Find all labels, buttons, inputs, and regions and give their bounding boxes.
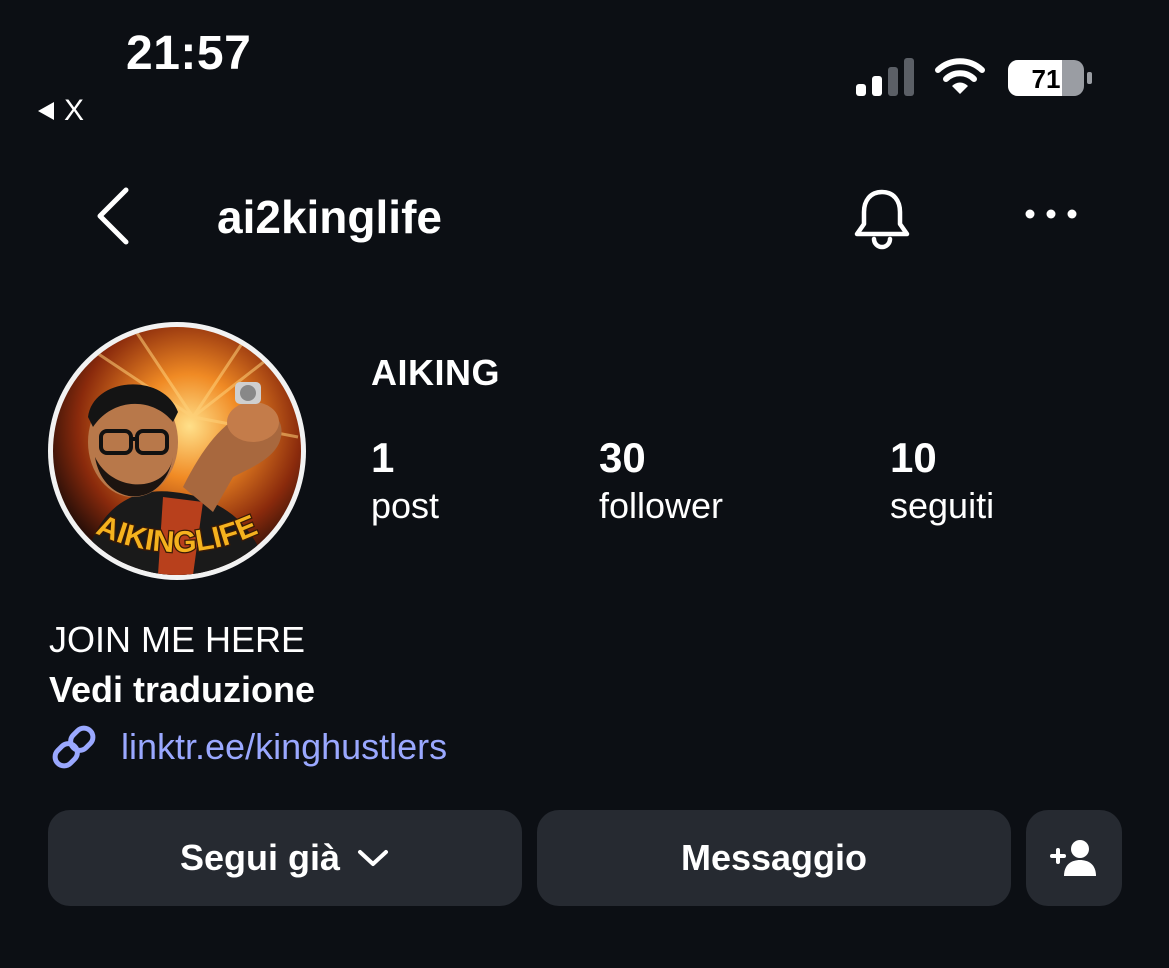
page-title-username: ai2kinglife [217, 191, 442, 243]
battery-level: 71 [1032, 64, 1061, 94]
cellular-signal-icon [856, 58, 914, 96]
profile-screen: 21:57 X 71 ai2kinglife AIKINGLIFE AIKING… [0, 0, 1169, 968]
more-dots-icon[interactable] [1024, 204, 1078, 224]
back-app-label: X [64, 94, 85, 127]
back-chevron-icon[interactable] [92, 186, 136, 246]
add-user-button[interactable] [1026, 810, 1122, 906]
stat-value: 30 [599, 434, 646, 481]
stat-label: seguiti [890, 485, 995, 526]
avatar-image: AIKINGLIFE [53, 327, 301, 575]
avatar[interactable]: AIKINGLIFE [48, 322, 306, 580]
status-time: 21:57 [126, 27, 252, 80]
stat-followers[interactable]: 30 follower [599, 434, 723, 530]
back-triangle-icon [38, 102, 54, 120]
following-label: Segui già [179, 837, 341, 878]
stat-label: follower [599, 485, 724, 526]
link-url[interactable]: linktr.ee/kinghustlers [121, 726, 447, 768]
bell-icon[interactable] [850, 186, 914, 250]
stat-label: post [371, 485, 440, 526]
back-to-app-button[interactable]: X [38, 94, 84, 128]
stat-value: 1 [371, 434, 395, 481]
stat-value: 10 [890, 434, 937, 481]
bio-text: JOIN ME HERE [49, 619, 306, 660]
stat-following[interactable]: 10 seguiti [890, 434, 994, 530]
link-icon [52, 725, 96, 769]
display-name: AIKING [371, 352, 500, 393]
battery-icon: 71 [1008, 60, 1092, 96]
following-button[interactable]: Segui già [48, 810, 522, 906]
chevron-down-icon [358, 850, 389, 866]
message-label: Messaggio [680, 837, 868, 878]
stat-posts[interactable]: 1 post [371, 434, 439, 530]
see-translation-link[interactable]: Vedi traduzione [49, 670, 315, 710]
wifi-icon [935, 58, 985, 94]
message-button[interactable]: Messaggio [537, 810, 1011, 906]
add-user-icon [1050, 840, 1096, 876]
profile-link[interactable]: linktr.ee/kinghustlers [49, 722, 447, 772]
